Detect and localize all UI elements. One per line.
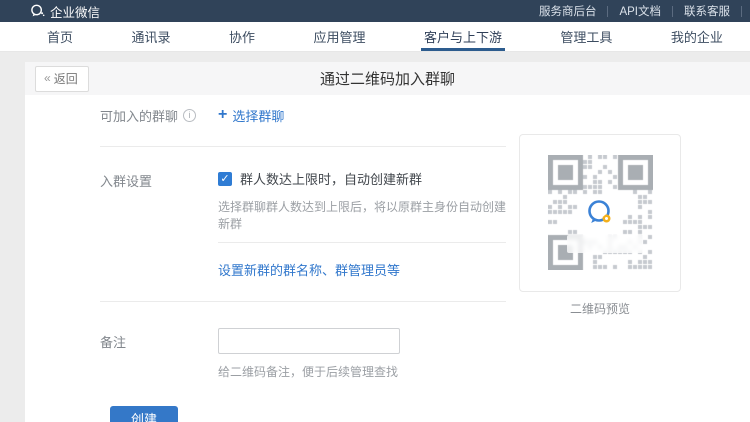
auto-create-checkline: ✓ 群人数达上限时，自动创建新群 [218,169,506,188]
tab-app-management[interactable]: 应用管理 [310,22,368,51]
divider [100,146,506,147]
divider [100,301,506,302]
divider [218,242,506,243]
tab-management-tools[interactable]: 管理工具 [557,22,615,51]
join-settings-label: 入群设置 [100,169,218,190]
group-select-row: 可加入的群聊 i + 选择群聊 [100,101,506,129]
auto-create-checkbox[interactable]: ✓ [218,172,232,186]
tab-home[interactable]: 首页 [44,22,76,51]
remark-label: 备注 [100,332,218,351]
create-button[interactable]: 创建 [110,406,178,422]
tab-contacts[interactable]: 通讯录 [128,22,173,51]
info-icon[interactable]: i [183,109,196,122]
page-title: 通过二维码加入群聊 [25,68,750,89]
tab-my-company[interactable]: 我的企业 [668,22,726,51]
auto-create-checkbox-label: 群人数达上限时，自动创建新群 [240,169,422,188]
new-group-settings-link[interactable]: 设置新群的群名称、群管理员等 [218,260,400,279]
qr-group-form: 可加入的群聊 i + 选择群聊 入群设置 ✓ 群人数达上限时， [100,101,506,422]
back-arrow-icon: « [44,71,51,85]
content-panel: « 返回 通过二维码加入群聊 可加入的群聊 i + 选择群聊 [25,62,750,422]
topbar-link-api-docs[interactable]: API文档 [608,3,672,19]
tab-customers-upstream-downstream[interactable]: 客户与上下游 [421,22,505,51]
topbar-links: 服务商后台 API文档 联系客服 [528,3,742,19]
main-area: « 返回 通过二维码加入群聊 可加入的群聊 i + 选择群聊 [0,52,750,422]
qr-watermark-blur [567,235,643,253]
join-settings-control: ✓ 群人数达上限时，自动创建新群 选择群聊群人数达到上限后，将以原群主身份自动创… [218,169,506,232]
wechat-work-bubble-icon [30,4,45,18]
page-header: « 返回 通过二维码加入群聊 [25,62,750,95]
qr-code [548,155,653,270]
app-logo-text: 企业微信 [50,2,100,21]
remark-helper: 给二维码备注，便于后续管理查找 [218,363,506,380]
topbar-link-contact-support[interactable]: 联系客服 [673,3,741,19]
back-button[interactable]: « 返回 [35,66,89,92]
separator [741,6,742,17]
qr-center-logo [582,195,618,231]
select-group-link[interactable]: + 选择群聊 [218,106,284,125]
qr-caption: 二维码预览 [519,300,681,317]
plus-icon: + [218,107,227,123]
remark-row: 备注 [100,328,506,354]
join-settings-row: 入群设置 ✓ 群人数达上限时，自动创建新群 选择群聊群人数达到上限后，将以原群主… [100,169,506,232]
form-card: 可加入的群聊 i + 选择群聊 入群设置 ✓ 群人数达上限时， [25,95,750,422]
main-nav: 首页 通讯录 协作 应用管理 客户与上下游 管理工具 我的企业 [0,22,750,52]
group-select-label: 可加入的群聊 i [100,106,218,125]
join-settings-helper: 选择群聊群人数达到上限后，将以原群主身份自动创建新群 [218,198,506,232]
app-logo: 企业微信 [30,2,100,21]
topbar: 企业微信 服务商后台 API文档 联系客服 [0,0,750,22]
remark-input[interactable] [218,328,400,354]
qr-preview-box [519,134,681,292]
tab-collaboration[interactable]: 协作 [226,22,258,51]
back-button-label: 返回 [54,70,78,87]
topbar-link-provider-console[interactable]: 服务商后台 [528,3,608,19]
